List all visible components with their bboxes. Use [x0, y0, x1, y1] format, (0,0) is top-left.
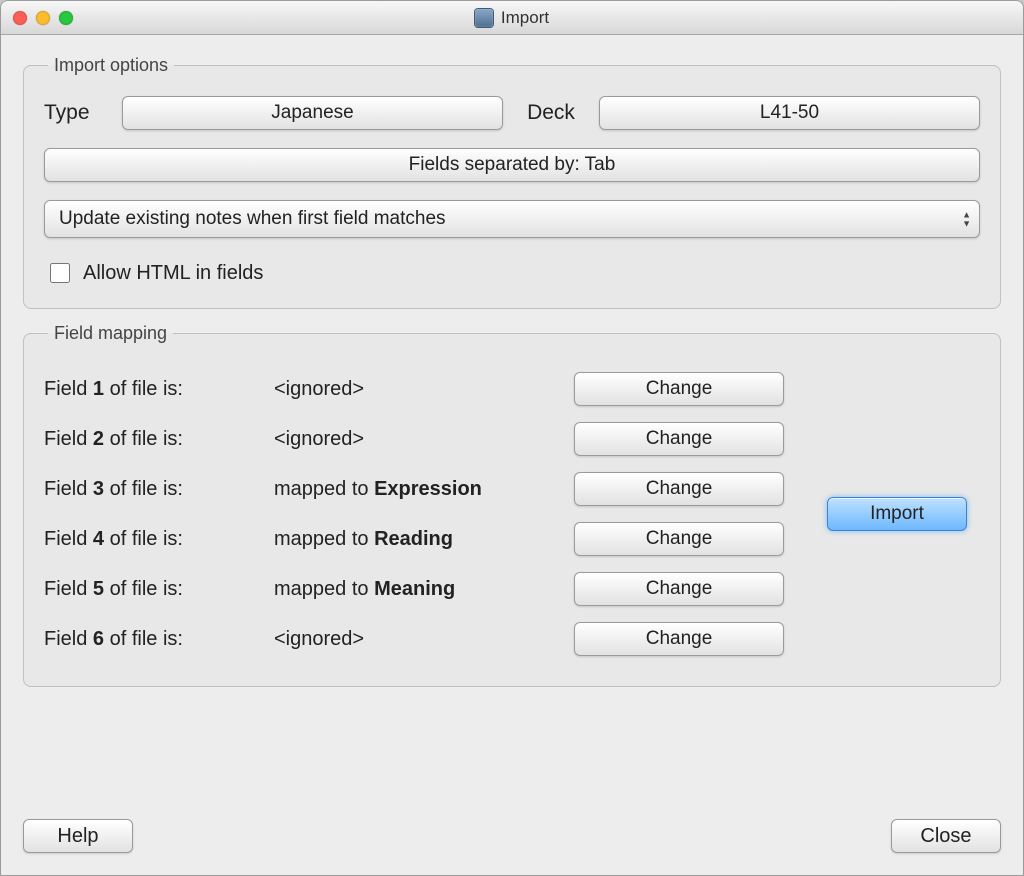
zoom-window-icon[interactable] [59, 11, 73, 25]
field-mapping-row: Field 2 of file is: <ignored> Change [44, 414, 784, 464]
field-mapping-value: <ignored> [268, 628, 560, 651]
traffic-lights [13, 11, 73, 25]
minimize-window-icon[interactable] [36, 11, 50, 25]
change-mapping-button[interactable]: Change [574, 572, 784, 606]
allow-html-checkbox[interactable] [50, 263, 70, 283]
field-mapping-legend: Field mapping [48, 323, 173, 344]
field-index-label: Field 1 of file is: [44, 378, 254, 401]
field-mapping-value: mapped to Reading [268, 528, 560, 551]
app-icon [475, 9, 493, 27]
field-index-label: Field 4 of file is: [44, 528, 254, 551]
titlebar: Import [1, 1, 1023, 35]
close-window-icon[interactable] [13, 11, 27, 25]
import-dialog-window: Import Import options Type Japanese Deck… [0, 0, 1024, 876]
field-mapping-value: mapped to Meaning [268, 578, 560, 601]
deck-button[interactable]: L41-50 [599, 96, 980, 130]
field-separator-button[interactable]: Fields separated by: Tab [44, 148, 980, 182]
field-mapping-row: Field 6 of file is: <ignored> Change [44, 614, 784, 664]
note-type-button[interactable]: Japanese [122, 96, 503, 130]
field-mapping-row: Field 1 of file is: <ignored> Change [44, 364, 784, 414]
window-title: Import [501, 8, 549, 28]
change-mapping-button[interactable]: Change [574, 422, 784, 456]
field-mapping-row: Field 5 of file is: mapped to Meaning Chan… [44, 564, 784, 614]
field-mapping-table: Field 1 of file is:<ignored>ChangeField … [44, 364, 784, 664]
allow-html-row[interactable]: Allow HTML in fields [44, 256, 980, 286]
field-index-label: Field 2 of file is: [44, 428, 254, 451]
change-mapping-button[interactable]: Change [574, 472, 784, 506]
allow-html-label: Allow HTML in fields [83, 262, 263, 285]
import-options-legend: Import options [48, 55, 174, 76]
field-mapping-value: mapped to Expression [268, 478, 560, 501]
deck-label: Deck [521, 101, 581, 125]
type-label: Type [44, 101, 104, 125]
close-button[interactable]: Close [891, 819, 1001, 853]
update-mode-select[interactable]: Update existing notes when first field m… [44, 200, 980, 238]
type-deck-row: Type Japanese Deck L41-50 [44, 96, 980, 130]
import-options-group: Import options Type Japanese Deck L41-50… [23, 55, 1001, 309]
field-mapping-group: Field mapping Field 1 of file is: <ignore… [23, 323, 1001, 687]
change-mapping-button[interactable]: Change [574, 522, 784, 556]
dialog-body: Import options Type Japanese Deck L41-50… [1, 35, 1023, 805]
change-mapping-button[interactable]: Change [574, 622, 784, 656]
field-mapping-row: Field 3 of file is: mapped to Expression C… [44, 464, 784, 514]
field-mapping-value: <ignored> [268, 378, 560, 401]
dialog-footer: Help Close [1, 805, 1023, 875]
field-index-label: Field 5 of file is: [44, 578, 254, 601]
field-mapping-row: Field 4 of file is: mapped to Reading Chan… [44, 514, 784, 564]
field-index-label: Field 3 of file is: [44, 478, 254, 501]
select-stepper-icon: ▲▼ [962, 211, 971, 228]
field-index-label: Field 6 of file is: [44, 628, 254, 651]
change-mapping-button[interactable]: Change [574, 372, 784, 406]
title-wrap: Import [1, 8, 1023, 28]
help-button[interactable]: Help [23, 819, 133, 853]
update-mode-value: Update existing notes when first field m… [59, 208, 446, 230]
import-button[interactable]: Import [827, 497, 967, 531]
field-mapping-value: <ignored> [268, 428, 560, 451]
